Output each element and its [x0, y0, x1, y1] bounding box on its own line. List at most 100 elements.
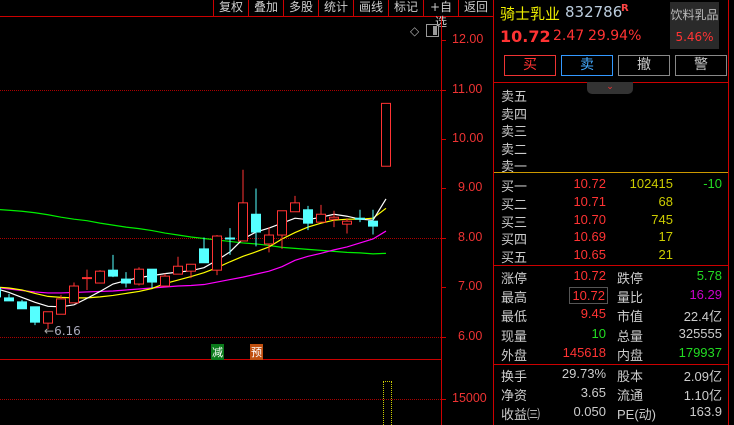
candle-body — [4, 297, 14, 302]
candle-body — [381, 102, 391, 167]
candle[interactable] — [82, 269, 92, 290]
candle-body — [173, 265, 183, 275]
toolbar-mark[interactable]: 标记 — [388, 0, 423, 17]
candle-body — [225, 237, 235, 240]
axis-label: 8.00 — [458, 230, 483, 244]
candle-body — [17, 301, 27, 310]
stat-row: 外盘 145618 内盘 179937 — [494, 345, 728, 363]
candle-body — [303, 209, 313, 224]
toolbar-multi-stock[interactable]: 多股 — [283, 0, 318, 17]
candle[interactable] — [329, 210, 339, 228]
candle[interactable] — [238, 169, 248, 242]
ask-level-row: 卖五 — [494, 86, 728, 104]
stat-label: 内盘 — [617, 347, 644, 363]
candle[interactable] — [121, 272, 131, 288]
bid-level-label: 买一 — [501, 179, 528, 194]
bid-level-row[interactable]: 买五 10.65 21 — [494, 247, 728, 265]
sector-badge[interactable]: 饮料乳品 5.46% — [670, 2, 719, 49]
alert-button[interactable]: 警 — [675, 55, 727, 76]
candle-body — [368, 220, 378, 227]
toolbar-overlay[interactable]: 叠加 — [248, 0, 283, 17]
candle[interactable] — [0, 287, 1, 298]
bid-level-row[interactable]: 买四 10.69 17 — [494, 229, 728, 247]
bid-volume: 17 — [658, 229, 673, 245]
stat-value: 10.72 — [573, 268, 606, 283]
candlestick-chart[interactable] — [0, 17, 441, 359]
candle[interactable] — [160, 273, 170, 287]
stat-label: 市值 — [617, 309, 644, 325]
bid-price: 10.71 — [573, 193, 606, 209]
candle[interactable] — [69, 282, 79, 304]
bid-level-row[interactable]: 买二 10.71 68 — [494, 194, 728, 212]
candle-body — [186, 263, 196, 272]
axis-label: 9.00 — [458, 180, 483, 194]
candle[interactable] — [316, 204, 326, 223]
toolbar-add-watchlist[interactable]: +自选 — [423, 0, 458, 29]
candle[interactable] — [381, 102, 391, 167]
candle[interactable] — [290, 195, 300, 213]
fundamental-value: 3.65 — [580, 385, 606, 400]
candle[interactable] — [134, 267, 144, 286]
candle[interactable] — [173, 256, 183, 275]
candle-body — [108, 269, 118, 277]
stock-flag: R — [621, 3, 629, 14]
quote-panel: 骑士乳业 832786 R 10.72 2.47 29.94% 饮料乳品 5.4… — [493, 0, 729, 425]
stat-label: 最低 — [501, 309, 528, 325]
candle-body — [30, 306, 40, 323]
forecast-marker[interactable]: 预 — [250, 344, 263, 360]
candle-body — [134, 268, 144, 285]
toolbar-back[interactable]: 返回 — [458, 0, 493, 17]
fundamental-label: 净资 — [501, 388, 528, 403]
candle[interactable] — [277, 210, 287, 249]
candle[interactable] — [251, 188, 261, 247]
sector-name: 饮料乳品 — [670, 8, 719, 22]
bid-level-row[interactable]: 买三 10.70 745 — [494, 212, 728, 230]
stat-label: 量比 — [617, 290, 644, 306]
candle-body — [342, 220, 352, 225]
candle[interactable] — [199, 237, 209, 264]
fundamental-label: 股本 — [617, 369, 644, 384]
stat-row: 现量 10 总量 325555 — [494, 326, 728, 344]
toolbar-restore-rights[interactable]: 复权 — [213, 0, 248, 17]
axis-label: 7.00 — [458, 279, 483, 293]
candle-body — [95, 270, 105, 284]
axis-label: 10.00 — [452, 131, 484, 145]
sell-button[interactable]: 卖 — [561, 55, 613, 76]
fundamental-label: 收益㈢ — [501, 407, 541, 422]
chart-toolbar: 复权 叠加 多股 统计 画线 标记 +自选 返回 — [0, 0, 493, 29]
candle[interactable] — [368, 209, 378, 235]
fundamental-value: 29.73% — [561, 366, 606, 381]
buy-button[interactable]: 买 — [504, 55, 556, 76]
bid-level-row[interactable]: 买一 10.72 102415 -10 — [494, 176, 728, 194]
fundamental-row: 换手 29.73% 股本 2.09亿 — [494, 366, 728, 384]
toolbar-draw-line[interactable]: 画线 — [353, 0, 388, 17]
candle[interactable] — [17, 299, 27, 310]
ask-level-row: 卖二 — [494, 139, 728, 157]
stat-row: 涨停 10.72 跌停 5.78 — [494, 268, 728, 286]
stat-value: 10.72 — [569, 287, 608, 305]
stat-value: 22.4亿 — [683, 309, 722, 325]
candle[interactable] — [108, 254, 118, 278]
cancel-button[interactable]: 撤 — [618, 55, 670, 76]
candle-body — [82, 277, 92, 280]
fundamental-label: 流通 — [617, 388, 644, 403]
fundamental-row: 净资 3.65 流通 1.10亿 — [494, 385, 728, 403]
stat-label: 外盘 — [501, 347, 528, 363]
candle[interactable] — [95, 270, 105, 284]
ask-level-label: 卖三 — [501, 124, 528, 140]
reduce-marker[interactable]: 减 — [211, 344, 224, 360]
candle[interactable] — [30, 306, 40, 326]
stat-label: 现量 — [501, 328, 528, 344]
bid-price: 10.70 — [573, 211, 606, 227]
candle[interactable] — [355, 209, 365, 223]
candle[interactable] — [147, 268, 157, 288]
candle-body — [316, 213, 326, 223]
toolbar-statistics[interactable]: 统计 — [318, 0, 353, 17]
candle[interactable] — [342, 218, 352, 234]
candle[interactable] — [4, 293, 14, 302]
adjacent-panel-edge — [729, 0, 734, 425]
candle[interactable] — [212, 235, 222, 276]
bid-volume: 745 — [651, 211, 673, 227]
candle-body — [355, 217, 365, 220]
candle-body — [212, 235, 222, 271]
